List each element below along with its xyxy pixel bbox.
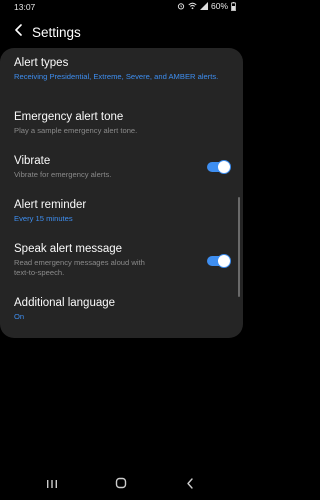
setting-title: Alert reminder xyxy=(14,199,87,211)
setting-title: Vibrate xyxy=(14,155,51,167)
setting-alert-reminder[interactable]: Alert reminder Every 15 minutes xyxy=(14,198,229,224)
scrollbar[interactable] xyxy=(238,197,240,297)
back-icon xyxy=(186,476,194,494)
toggle-knob xyxy=(217,254,231,268)
nav-back-button[interactable] xyxy=(182,478,198,492)
setting-subtitle-line: text-to-speech. xyxy=(14,268,65,277)
setting-subtitle: Read emergency messages aloud with text-… xyxy=(14,258,229,278)
vibrate-toggle[interactable] xyxy=(207,160,231,174)
recent-apps-button[interactable] xyxy=(44,478,60,492)
back-button[interactable] xyxy=(9,22,29,42)
alarm-icon xyxy=(177,2,185,10)
setting-subtitle: Vibrate for emergency alerts. xyxy=(14,170,112,179)
toggle-knob xyxy=(217,160,231,174)
signal-icon xyxy=(199,2,208,10)
app-header: Settings xyxy=(0,16,243,48)
setting-title: Alert types xyxy=(14,57,69,69)
setting-title: Additional language xyxy=(14,297,116,309)
setting-title: Speak alert message xyxy=(14,243,123,255)
setting-subtitle: Receiving Presidential, Extreme, Severe,… xyxy=(14,72,219,81)
status-icons: 60% xyxy=(177,1,236,11)
setting-title: Emergency alert tone xyxy=(14,111,124,123)
setting-subtitle: Play a sample emergency alert tone. xyxy=(14,126,138,135)
home-button[interactable] xyxy=(113,476,129,494)
setting-alert-types[interactable]: Alert types Receiving Presidential, Extr… xyxy=(14,56,229,82)
setting-vibrate[interactable]: Vibrate Vibrate for emergency alerts. xyxy=(14,154,231,180)
speak-alert-toggle[interactable] xyxy=(207,254,231,268)
setting-emergency-alert-tone[interactable]: Emergency alert tone Play a sample emerg… xyxy=(14,110,229,136)
battery-percent: 60% xyxy=(210,1,228,11)
recent-apps-icon xyxy=(46,476,58,494)
battery-icon xyxy=(231,1,236,11)
setting-speak-alert-message[interactable]: Speak alert message Read emergency messa… xyxy=(14,242,231,278)
settings-card: Alert types Receiving Presidential, Extr… xyxy=(0,48,243,338)
status-time: 13:07 xyxy=(14,2,36,12)
setting-additional-language[interactable]: Additional language On xyxy=(14,296,229,322)
wifi-icon xyxy=(188,2,197,10)
chevron-left-icon xyxy=(14,23,24,41)
navigation-bar xyxy=(0,470,243,500)
page-title: Settings xyxy=(32,24,81,40)
setting-subtitle-line: Read emergency messages aloud with xyxy=(14,258,145,267)
home-icon xyxy=(115,476,127,494)
setting-subtitle: On xyxy=(14,312,25,321)
setting-subtitle: Every 15 minutes xyxy=(14,214,73,223)
status-bar: 13:07 60% xyxy=(0,0,243,14)
